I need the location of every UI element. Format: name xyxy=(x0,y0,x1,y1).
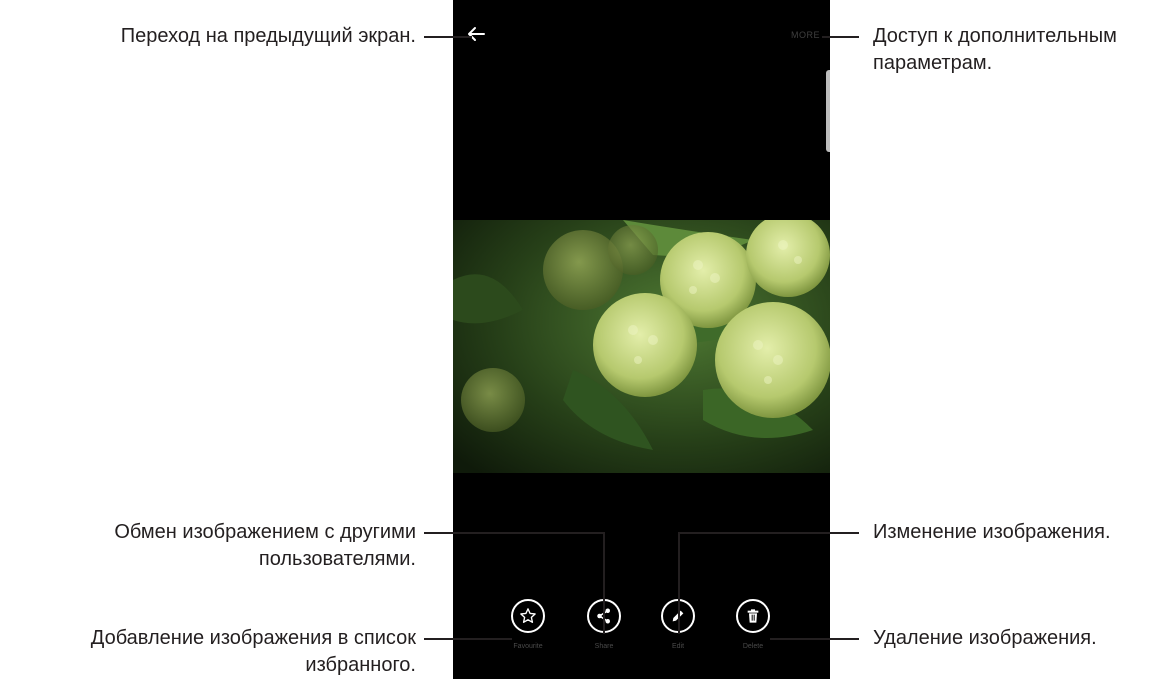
leader-share-v xyxy=(603,532,605,634)
edge-panel-handle[interactable] xyxy=(826,70,830,152)
callout-back-text: Переход на предыдущий экран. xyxy=(120,25,416,47)
delete-label: Delete xyxy=(742,643,764,650)
gallery-screen: MORE Favourite Share Edit Delete xyxy=(453,0,830,679)
callout-delete-text: Удаление изображения. xyxy=(873,627,1097,649)
callout-back: Переход на предыдущий экран. xyxy=(121,23,416,50)
arrow-left-icon xyxy=(468,27,485,41)
callout-edit: Изменение изображения. xyxy=(873,519,1111,546)
leader-edit-h xyxy=(678,532,859,534)
star-icon xyxy=(520,608,536,623)
leader-edit-v xyxy=(678,532,680,634)
edit-label: Edit xyxy=(671,643,685,650)
photo-image xyxy=(453,220,830,473)
more-button[interactable]: MORE xyxy=(791,30,820,40)
leader-delete xyxy=(770,638,859,640)
callout-share: Обмен изображением с другими пользовател… xyxy=(114,519,416,573)
callout-more-line2: параметрам. xyxy=(873,52,993,74)
trash-icon xyxy=(747,609,759,623)
delete-button[interactable] xyxy=(736,599,770,633)
callout-favourite: Добавление изображения в список избранно… xyxy=(91,625,416,679)
leader-back xyxy=(424,36,472,38)
callout-edit-text: Изменение изображения. xyxy=(873,521,1111,543)
favourite-label: Favourite xyxy=(513,643,543,650)
callout-favourite-line1: Добавление изображения в список xyxy=(90,627,416,649)
callout-share-line1: Обмен изображением с другими xyxy=(114,521,416,543)
callout-favourite-line2: избранного. xyxy=(305,654,416,676)
favourite-button[interactable] xyxy=(511,599,545,633)
leader-favourite xyxy=(424,638,512,640)
callout-delete: Удаление изображения. xyxy=(873,625,1097,652)
leader-more xyxy=(822,36,859,38)
leader-share-h xyxy=(424,532,604,534)
callout-share-line2: пользователями. xyxy=(258,548,416,570)
callout-more: Доступ к дополнительным параметрам. xyxy=(873,23,1117,77)
callout-more-line1: Доступ к дополнительным xyxy=(873,25,1117,47)
share-label: Share xyxy=(594,643,614,650)
